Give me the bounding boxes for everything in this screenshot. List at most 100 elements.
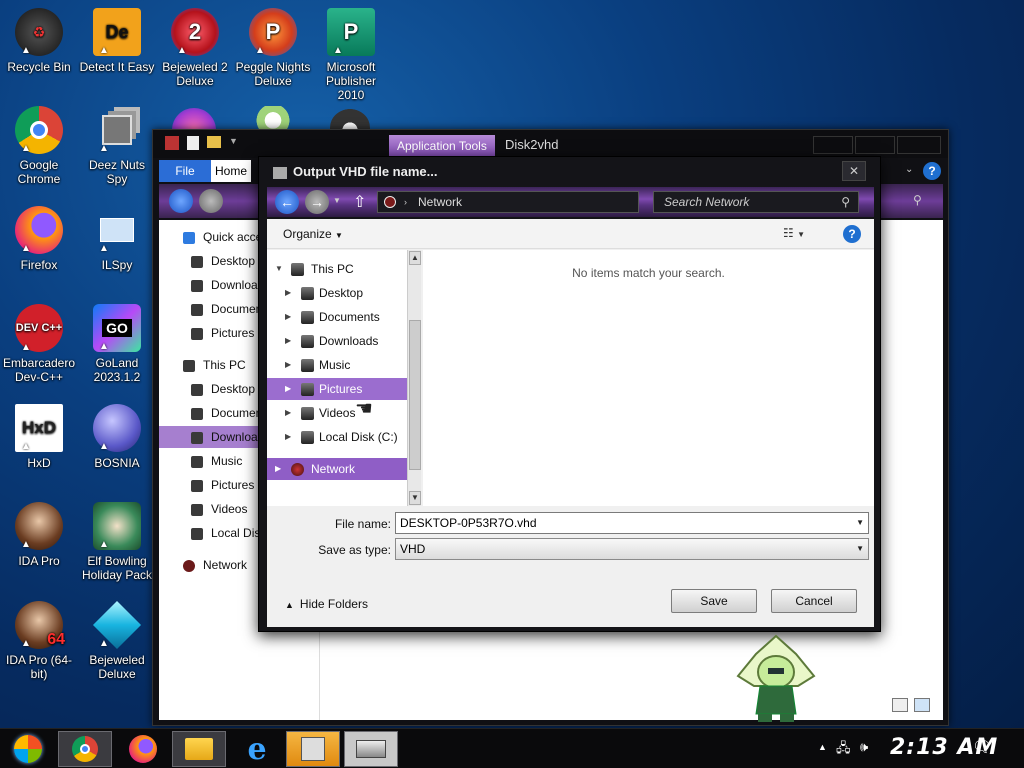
tab-file[interactable]: File: [159, 160, 211, 182]
tree-documents[interactable]: ▶ Documents: [267, 306, 407, 328]
nav-label: Pictures: [211, 326, 255, 340]
folder-icon[interactable]: [207, 136, 221, 148]
dev-cpp-icon: DEV C++ ▲: [15, 304, 63, 353]
search-input[interactable]: Search Network ⚲: [653, 191, 859, 213]
up-icon[interactable]: ⇧: [353, 192, 366, 212]
taskbar-internet-explorer[interactable]: e: [230, 731, 284, 767]
collapse-icon[interactable]: ▼: [275, 258, 283, 280]
close-button[interactable]: [897, 136, 941, 154]
expand-icon[interactable]: ▶: [285, 402, 291, 424]
back-icon[interactable]: [169, 189, 193, 213]
change-view-button[interactable]: ☷ ▼: [783, 226, 805, 240]
file-name-input[interactable]: DESKTOP-0P53R7O.vhd ▼: [395, 512, 869, 534]
desktop-icon-bejeweled-deluxe[interactable]: ▲ Bejeweled Deluxe: [78, 600, 156, 681]
network-tray-icon[interactable]: 🖧: [836, 739, 851, 761]
desktop-icon-google-chrome[interactable]: ▲ Google Chrome: [0, 106, 78, 186]
hide-folders-button[interactable]: ▲ Hide Folders: [285, 597, 368, 611]
desktop-icon-dev-cpp[interactable]: DEV C++ ▲ Embarcadero Dev-C++: [0, 304, 78, 384]
taskbar-firefox[interactable]: [116, 731, 170, 767]
chevron-down-icon[interactable]: ▼: [856, 513, 864, 533]
application-tools-tab[interactable]: Application Tools: [389, 135, 495, 157]
expand-icon[interactable]: ▶: [285, 282, 291, 304]
organize-button[interactable]: Organize ▼: [283, 227, 343, 241]
recent-locations-icon[interactable]: ▼: [333, 196, 341, 205]
scroll-thumb[interactable]: [409, 320, 421, 470]
save-type-select[interactable]: VHD ▼: [395, 538, 869, 560]
desktop-icon-label: Microsoft Publisher 2010: [325, 60, 377, 102]
desktop-icon-detect-it-easy[interactable]: De ▲ Detect It Easy: [78, 8, 156, 74]
cancel-button[interactable]: Cancel: [771, 589, 857, 613]
window-titlebar[interactable]: ▼ Application Tools Disk2vhd: [153, 130, 948, 158]
nav-label: Desktop: [211, 254, 256, 268]
desktop-icon-hxd[interactable]: HxD ▲ HxD: [0, 404, 78, 470]
pictures-folder-icon: [301, 383, 314, 396]
save-button[interactable]: Save: [671, 589, 757, 613]
quick-access-toolbar[interactable]: ▼: [165, 136, 238, 150]
partial-desktop-icon[interactable]: [250, 106, 296, 130]
address-field[interactable]: › Network: [377, 191, 639, 213]
tree-music[interactable]: ▶ Music: [267, 354, 407, 376]
tree-network-selected[interactable]: ▶ Network: [267, 458, 407, 480]
desktop-icon-ms-publisher[interactable]: P ▲ Microsoft Publisher 2010: [312, 8, 390, 102]
organize-label: Organize: [283, 227, 332, 241]
dialog-close-button[interactable]: ✕: [842, 161, 866, 181]
forward-icon[interactable]: →: [305, 190, 329, 214]
save-type-label: Save as type:: [318, 543, 391, 557]
bosnia-icon: ▲: [93, 404, 141, 452]
desktop-icon-ida-pro-64[interactable]: 64 ▲ IDA Pro (64-bit): [0, 601, 78, 681]
folder-tree-scrollbar[interactable]: ▲ ▼: [407, 250, 421, 506]
partial-desktop-icon[interactable]: [330, 108, 370, 130]
expand-icon[interactable]: ▶: [285, 306, 291, 328]
tab-home[interactable]: Home: [211, 160, 251, 182]
qat-dropdown-icon[interactable]: ▼: [229, 136, 238, 150]
scroll-down-icon[interactable]: ▼: [409, 491, 421, 505]
desktop-icon-elf-bowling[interactable]: ▲ Elf Bowling Holiday Pack: [78, 502, 156, 582]
desktop-icon-bejeweled-2[interactable]: 2 ▲ Bejeweled 2 Deluxe: [156, 8, 234, 88]
scroll-up-icon[interactable]: ▲: [409, 251, 421, 265]
expand-icon[interactable]: ▶: [285, 378, 291, 400]
desktop-icon-bosnia[interactable]: ▲ BOSNIA: [78, 404, 156, 470]
dialog-toolbar: Organize ▼ ☷ ▼ ?: [267, 219, 874, 249]
desktop-icon-deez-nuts-spy[interactable]: ▲ Deez Nuts Spy: [78, 106, 156, 186]
partial-desktop-icon[interactable]: [172, 108, 216, 130]
tree-this-pc[interactable]: ▼ This PC: [267, 258, 407, 280]
notifications-icon[interactable]: 🗨: [972, 737, 992, 757]
desktop-icon-peggle-nights[interactable]: P ▲ Peggle Nights Deluxe: [234, 8, 312, 88]
search-icon[interactable]: ⚲: [913, 193, 922, 207]
tree-downloads[interactable]: ▶ Downloads: [267, 330, 407, 352]
start-button[interactable]: [2, 731, 54, 767]
network-icon: [291, 463, 304, 476]
forward-icon[interactable]: [199, 189, 223, 213]
ribbon-expand-icon[interactable]: ⌄: [905, 164, 913, 175]
window-title: Disk2vhd: [505, 137, 559, 152]
back-icon[interactable]: ←: [275, 190, 299, 214]
minimize-button[interactable]: [813, 136, 853, 154]
taskbar-active-dialog[interactable]: [344, 731, 398, 767]
volume-icon[interactable]: 🕪: [860, 739, 868, 755]
expand-icon[interactable]: ▶: [285, 330, 291, 352]
large-icons-view-icon[interactable]: [914, 698, 930, 712]
taskbar-file-explorer[interactable]: [172, 731, 226, 767]
taskbar-chrome[interactable]: [58, 731, 112, 767]
desktop-icon-firefox[interactable]: ▲ Firefox: [0, 206, 78, 272]
tree-videos[interactable]: ▶ Videos ☚: [267, 398, 407, 424]
details-view-icon[interactable]: [892, 698, 908, 712]
desktop-icon-goland[interactable]: GO ▲ GoLand 2023.1.2: [78, 304, 156, 384]
help-icon[interactable]: ?: [923, 162, 941, 180]
taskbar-disk2vhd[interactable]: [286, 731, 340, 767]
properties-icon[interactable]: [187, 136, 199, 150]
desktop-icon-ida-pro[interactable]: ▲ IDA Pro: [0, 502, 78, 568]
tree-local-disk[interactable]: ▶ Local Disk (C:): [267, 426, 407, 448]
expand-icon[interactable]: ▶: [275, 458, 281, 480]
expand-icon[interactable]: ▶: [285, 426, 291, 448]
show-hidden-icons-icon[interactable]: ▲: [818, 742, 827, 752]
help-icon[interactable]: ?: [843, 225, 861, 243]
desktop-icon-recycle-bin[interactable]: ♻ ▲ Recycle Bin: [0, 8, 78, 74]
music-folder-icon: [301, 359, 314, 372]
breadcrumb-network[interactable]: Network: [418, 195, 462, 209]
expand-icon[interactable]: ▶: [285, 354, 291, 376]
maximize-button[interactable]: [855, 136, 895, 154]
tree-pictures-hovered[interactable]: ▶ Pictures: [267, 378, 407, 400]
desktop-icon-ilspy[interactable]: ▲ ILSpy: [78, 206, 156, 272]
tree-desktop[interactable]: ▶ Desktop: [267, 282, 407, 304]
